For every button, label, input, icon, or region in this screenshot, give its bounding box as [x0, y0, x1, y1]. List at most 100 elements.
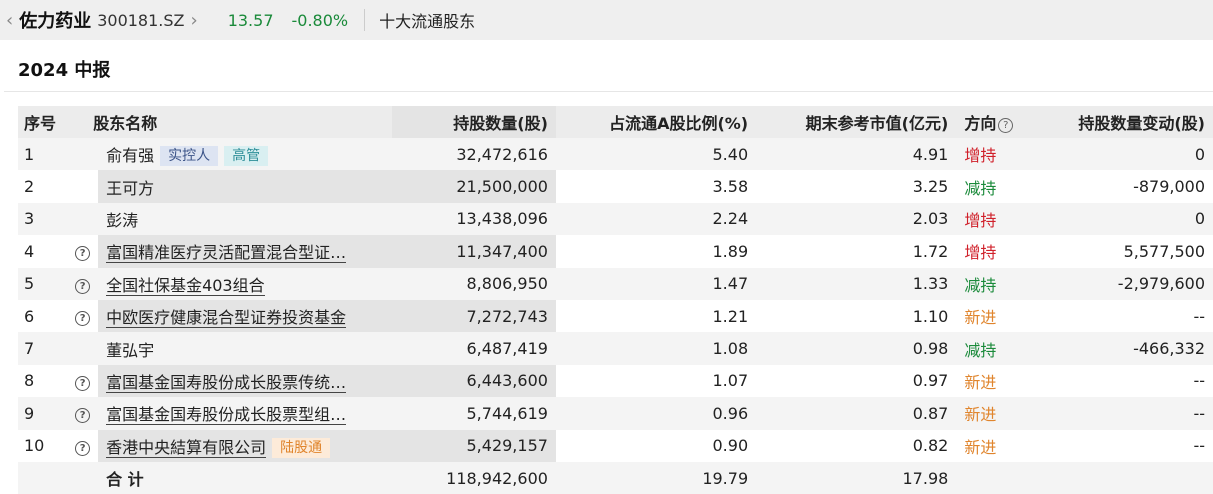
- holder-direction: 新进: [964, 437, 997, 457]
- holder-change: 5,577,500: [1123, 241, 1205, 261]
- fund-help-cell: ?: [67, 365, 98, 397]
- holder-value: 0.87: [756, 397, 957, 430]
- holder-change: -2,979,600: [1038, 267, 1213, 300]
- holder-value: 0.97: [912, 371, 949, 391]
- total-row: 合 计 118,942,600 19.79 17.98: [18, 461, 1213, 494]
- fund-help-cell: ?: [67, 430, 98, 462]
- holder-direction: 减持: [956, 267, 1039, 300]
- table-row: 4 ? 富国精准医疗灵活配置混合型证… 11,347,400 1.89 1.72…: [18, 235, 1213, 268]
- tag-stock-connect: 陆股通: [272, 437, 331, 458]
- col-header-direction-label: 方向: [964, 114, 997, 133]
- holder-name-cell: 富国精准医疗灵活配置混合型证…: [98, 235, 392, 268]
- holder-shares: 13,438,096: [391, 202, 556, 236]
- holder-change: 0: [1038, 202, 1213, 236]
- col-header-shares[interactable]: 持股数量(股): [391, 106, 556, 138]
- row-index: 2: [24, 177, 35, 197]
- col-header-ratio[interactable]: 占流通A股比例(%): [555, 106, 757, 138]
- row-index: 7: [18, 332, 68, 365]
- table-row: 8 ? 富国基金国寿股份成长股票传统… 6,443,600 1.07 0.97 …: [18, 364, 1213, 398]
- holder-direction: 增持: [956, 202, 1039, 236]
- fund-help-cell: ?: [67, 300, 98, 332]
- row-index: 9: [18, 397, 68, 430]
- holder-shares: 7,272,743: [391, 299, 556, 333]
- stock-header-bar: ‹ 佐力药业 300181.SZ › 13.57 -0.80% 十大流通股东: [0, 0, 1213, 40]
- col-header-change[interactable]: 持股数量变动(股): [1038, 106, 1213, 138]
- table-row: 2 王可方 21,500,000 3.58 3.25 减持 -879,000: [18, 170, 1213, 203]
- help-icon[interactable]: ?: [75, 311, 91, 327]
- total-shares: 118,942,600: [391, 461, 556, 494]
- stock-name: 佐力药业: [19, 11, 92, 32]
- total-value: 17.98: [756, 461, 957, 494]
- holder-ratio: 0.96: [555, 397, 757, 430]
- holder-change: -879,000: [1133, 177, 1205, 197]
- holder-name: 王可方: [106, 178, 155, 198]
- table-row: 1 俞有强 实控人 高管 32,472,616 5.40 4.91 增持 0: [18, 138, 1213, 171]
- holder-name: 董弘宇: [106, 340, 155, 360]
- holder-name-cell: 俞有强 实控人 高管: [98, 138, 392, 171]
- total-label: 合 计: [98, 461, 392, 494]
- top-holders-table: 序号 股东名称 持股数量(股) 占流通A股比例(%) 期末参考市值(亿元) 方向…: [18, 106, 1213, 494]
- table-row: 5 ? 全国社保基金403组合 8,806,950 1.47 1.33 减持 -…: [18, 267, 1213, 300]
- holder-name[interactable]: 富国基金国寿股份成长股票型组…: [106, 405, 347, 426]
- table-row: 6 ? 中欧医疗健康混合型证券投资基金 7,272,743 1.21 1.10 …: [18, 299, 1213, 333]
- holder-name[interactable]: 全国社保基金403组合: [106, 275, 265, 296]
- holder-name[interactable]: 中欧医疗健康混合型证券投资基金: [106, 308, 347, 329]
- holder-value: 0.82: [912, 436, 949, 456]
- holder-value: 1.33: [756, 267, 957, 300]
- holder-direction: 减持: [956, 332, 1039, 365]
- stock-price: 13.57: [227, 10, 274, 30]
- holder-change: 0: [1038, 138, 1213, 171]
- holder-name[interactable]: 富国精准医疗灵活配置混合型证…: [106, 243, 347, 264]
- holder-direction: 增持: [964, 243, 997, 263]
- holder-direction: 减持: [964, 178, 997, 198]
- help-icon[interactable]: ?: [75, 246, 91, 262]
- col-header-index[interactable]: 序号: [18, 106, 68, 138]
- holder-direction: 新进: [964, 372, 997, 392]
- holder-name: 彭涛: [106, 210, 139, 230]
- holder-name-cell: 彭涛: [98, 202, 392, 236]
- tag-controller: 实控人: [160, 146, 219, 167]
- holder-name-cell: 香港中央結算有限公司 陆股通: [98, 429, 392, 462]
- row-index: 3: [18, 202, 68, 236]
- holder-change: --: [1193, 371, 1205, 391]
- col-header-value[interactable]: 期末参考市值(亿元): [756, 106, 957, 138]
- holder-name[interactable]: 富国基金国寿股份成长股票传统…: [106, 372, 347, 393]
- col-header-direction[interactable]: 方向?: [956, 106, 1039, 138]
- holder-value: 1.72: [912, 241, 949, 261]
- holder-direction: 新进: [964, 308, 997, 328]
- col-header-name[interactable]: 股东名称: [67, 106, 392, 138]
- holder-ratio: 1.21: [712, 306, 749, 326]
- holder-ratio: 1.07: [712, 371, 749, 391]
- holder-shares: 5,429,157: [391, 429, 556, 462]
- holder-value: 3.25: [912, 177, 949, 197]
- holder-change: --: [1193, 306, 1205, 326]
- help-icon[interactable]: ?: [75, 278, 91, 294]
- table-row: 7 董弘宇 6,487,419 1.08 0.98 减持 -466,332: [18, 332, 1213, 365]
- holder-change: --: [1038, 397, 1213, 430]
- tag-executive: 高管: [224, 146, 269, 167]
- holder-name: 俞有强: [106, 146, 155, 166]
- holder-ratio: 2.24: [555, 202, 757, 236]
- holder-name[interactable]: 香港中央結算有限公司: [106, 437, 267, 458]
- table-row: 10 ? 香港中央結算有限公司 陆股通 5,429,157 0.90 0.82 新…: [18, 429, 1213, 462]
- holder-name-cell: 中欧医疗健康混合型证券投资基金: [98, 299, 392, 333]
- chevron-right-icon[interactable]: ›: [190, 10, 197, 31]
- help-icon[interactable]: ?: [75, 408, 91, 424]
- help-icon[interactable]: ?: [998, 118, 1014, 133]
- help-icon[interactable]: ?: [75, 440, 91, 456]
- help-icon[interactable]: ?: [75, 375, 91, 391]
- fund-help-cell: [67, 138, 99, 171]
- row-index: 6: [24, 306, 35, 326]
- table-row: 3 彭涛 13,438,096 2.24 2.03 增持 0: [18, 202, 1213, 236]
- price-change-pct: -0.80%: [291, 10, 349, 30]
- holder-name-cell: 富国基金国寿股份成长股票传统…: [98, 364, 392, 398]
- chevron-left-icon[interactable]: ‹: [6, 10, 13, 31]
- holder-shares: 21,500,000: [391, 170, 556, 203]
- holder-change: -466,332: [1038, 332, 1213, 365]
- holder-name-cell: 王可方: [98, 170, 392, 203]
- holder-shares: 11,347,400: [391, 235, 556, 268]
- table-row: 9 ? 富国基金国寿股份成长股票型组… 5,744,619 0.96 0.87 …: [18, 397, 1213, 430]
- row-index: 1: [18, 138, 68, 171]
- holder-shares: 6,487,419: [391, 332, 556, 365]
- holder-shares: 6,443,600: [391, 364, 556, 398]
